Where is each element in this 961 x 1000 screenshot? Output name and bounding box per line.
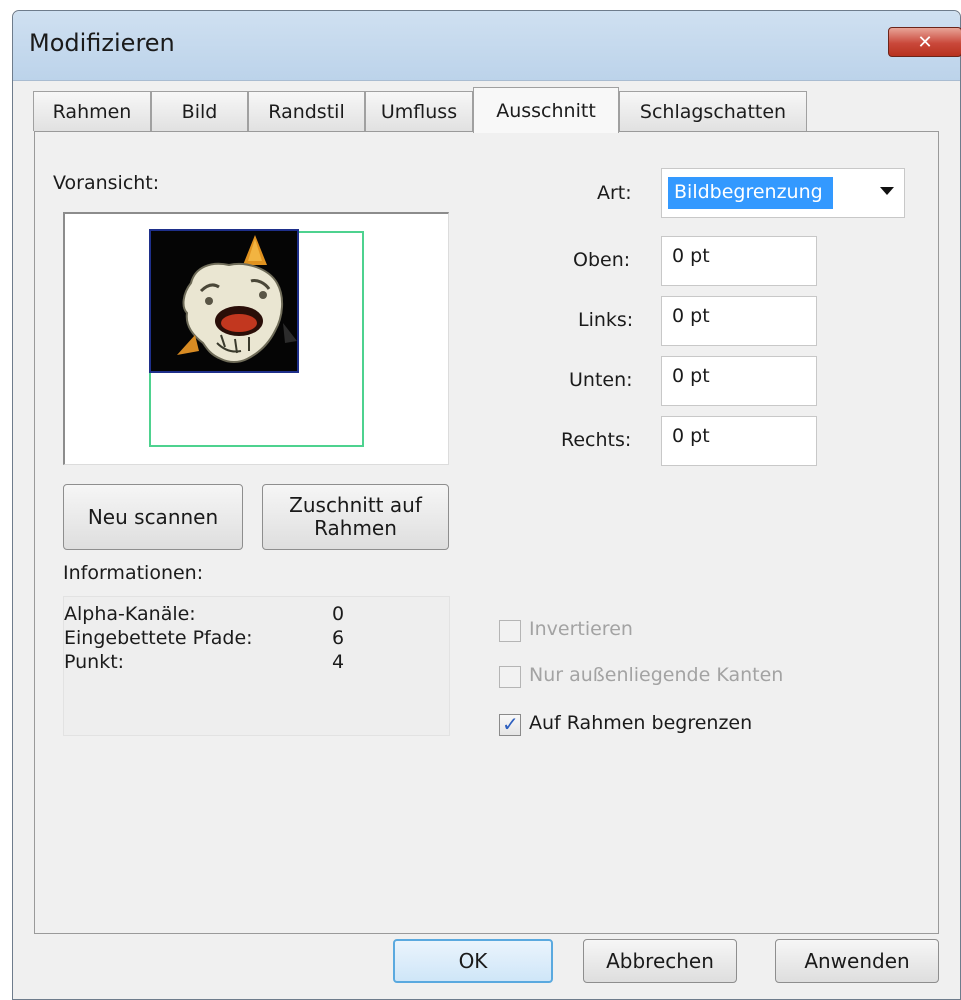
info-point-name: Punkt: (64, 651, 125, 673)
tab-randstil[interactable]: Randstil (248, 91, 365, 131)
title-bar[interactable]: Modifizieren ✕ (13, 11, 961, 81)
apply-button[interactable]: Anwenden (775, 939, 939, 983)
preview-image (149, 229, 299, 373)
info-label: Informationen: (63, 562, 204, 584)
info-alpha-value: 0 (332, 603, 345, 625)
preview-area (63, 212, 449, 465)
dialog-title: Modifizieren (29, 29, 175, 57)
close-button[interactable]: ✕ (888, 27, 961, 57)
chevron-down-icon[interactable] (880, 187, 894, 195)
left-margin-label: Links: (578, 309, 634, 331)
info-point-value: 4 (332, 651, 345, 673)
top-margin-label: Oben: (573, 249, 631, 271)
outer-edges-label: Nur außenliegende Kanten (529, 664, 784, 686)
invert-label: Invertieren (529, 618, 633, 640)
bottom-margin-field[interactable]: 0 pt (661, 356, 817, 406)
rescan-button-label: Neu scannen (87, 504, 219, 529)
modify-dialog: Modifizieren ✕ Rahmen Bild Randstil Umfl… (12, 10, 961, 1000)
crop-button-label-line2: Rahmen (314, 516, 397, 540)
checkmark-icon: ✓ (502, 712, 519, 736)
limit-to-frame-label: Auf Rahmen begrenzen (529, 712, 753, 734)
ok-button-label: OK (458, 948, 488, 973)
outer-edges-checkbox[interactable] (499, 666, 521, 688)
info-box: Alpha-Kanäle: 0 Eingebettete Pfade: 6 Pu… (63, 596, 450, 736)
top-margin-field[interactable]: 0 pt (661, 236, 817, 286)
skull-image-icon (151, 231, 297, 371)
art-label: Art: (597, 182, 632, 204)
tab-ausschnitt[interactable]: Ausschnitt (473, 87, 619, 133)
invert-checkbox[interactable] (499, 620, 521, 642)
ok-button[interactable]: OK (393, 939, 553, 983)
cancel-button[interactable]: Abbrechen (583, 939, 737, 983)
limit-to-frame-checkbox[interactable]: ✓ (499, 712, 521, 736)
crop-button-label-line1: Zuschnitt auf (289, 493, 422, 517)
crop-to-frame-button[interactable]: Zuschnitt auf Rahmen (262, 484, 449, 550)
tab-schlagschatten[interactable]: Schlagschatten (619, 91, 807, 131)
preview-label: Voransicht: (53, 172, 160, 194)
art-select[interactable]: Bildbegrenzung (661, 168, 905, 218)
right-margin-field[interactable]: 0 pt (661, 416, 817, 466)
info-paths-name: Eingebettete Pfade: (64, 627, 253, 649)
close-icon: ✕ (917, 31, 933, 53)
ausschnitt-panel: Voransicht: Neu scannen Zuschnitt auf Ra… (34, 131, 939, 934)
info-alpha-name: Alpha-Kanäle: (64, 603, 196, 625)
rescan-button[interactable]: Neu scannen (63, 484, 243, 550)
tab-rahmen[interactable]: Rahmen (33, 91, 151, 131)
left-margin-field[interactable]: 0 pt (661, 296, 817, 346)
art-select-value: Bildbegrenzung (668, 177, 833, 209)
tab-umfluss[interactable]: Umfluss (365, 91, 473, 131)
tab-bild[interactable]: Bild (151, 91, 248, 131)
cancel-button-label: Abbrechen (606, 948, 714, 973)
bottom-margin-label: Unten: (569, 369, 633, 391)
info-paths-value: 6 (332, 627, 345, 649)
right-margin-label: Rechts: (561, 429, 632, 451)
apply-button-label: Anwenden (804, 948, 910, 973)
